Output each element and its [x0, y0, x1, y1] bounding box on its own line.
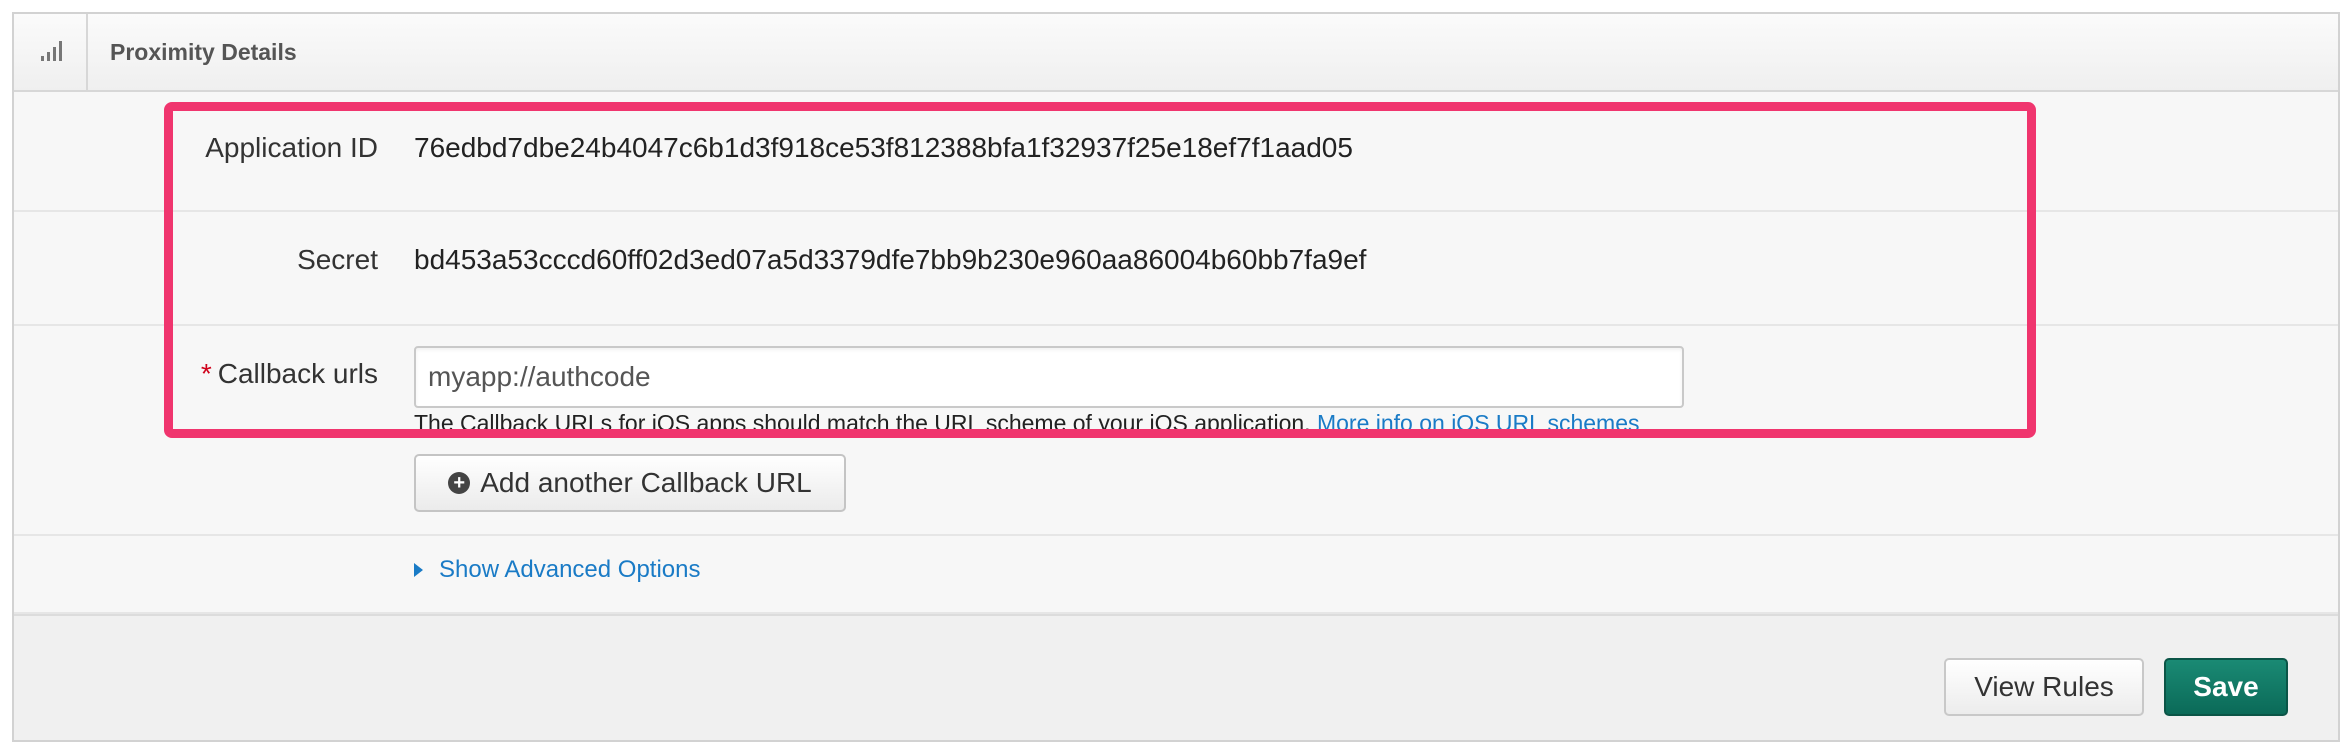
panel-footer: View Rules Save [14, 614, 2338, 740]
secret-value: bd453a53cccd60ff02d3ed07a5d3379dfe7bb9b2… [414, 244, 1367, 275]
secret-label: Secret [297, 244, 378, 275]
callback-urls-row: *Callback urls The Callback URLs for iOS… [14, 326, 2338, 536]
add-callback-url-button[interactable]: + Add another Callback URL [414, 454, 846, 512]
panel-title: Proximity Details [110, 39, 297, 65]
callback-urls-label-text: Callback urls [217, 358, 378, 389]
plus-circle-icon: + [448, 472, 471, 494]
show-advanced-options-link[interactable]: Show Advanced Options [439, 556, 701, 584]
required-marker: * [200, 358, 212, 389]
signal-bars-icon [41, 41, 62, 61]
proximity-details-panel: Proximity Details Application ID 76edbd7… [12, 12, 2340, 742]
add-callback-url-label: Add another Callback URL [480, 467, 812, 498]
advanced-options-row: Show Advanced Options [14, 536, 2338, 614]
application-id-label: Application ID [205, 132, 378, 163]
callback-urls-label: * Callback urls [201, 358, 378, 390]
ios-url-schemes-link[interactable]: More info on iOS URL schemes [1317, 410, 1640, 436]
view-rules-button[interactable]: View Rules [1944, 658, 2144, 716]
caret-right-icon [414, 563, 423, 577]
save-button[interactable]: Save [2164, 658, 2288, 716]
application-id-row: Application ID 76edbd7dbe24b4047c6b1d3f9… [14, 102, 2338, 212]
callback-url-input[interactable] [414, 346, 1684, 408]
header-icon-cell [14, 14, 88, 90]
callback-help-sentence: The Callback URLs for iOS apps should ma… [414, 410, 1311, 436]
panel-header: Proximity Details [14, 14, 2338, 92]
application-id-value: 76edbd7dbe24b4047c6b1d3f918ce53f812388bf… [414, 132, 1353, 163]
show-advanced-options-toggle[interactable]: Show Advanced Options [414, 556, 701, 584]
callback-help-text: The Callback URLs for iOS apps should ma… [414, 410, 1640, 437]
secret-row: Secret bd453a53cccd60ff02d3ed07a5d3379df… [14, 212, 2338, 326]
